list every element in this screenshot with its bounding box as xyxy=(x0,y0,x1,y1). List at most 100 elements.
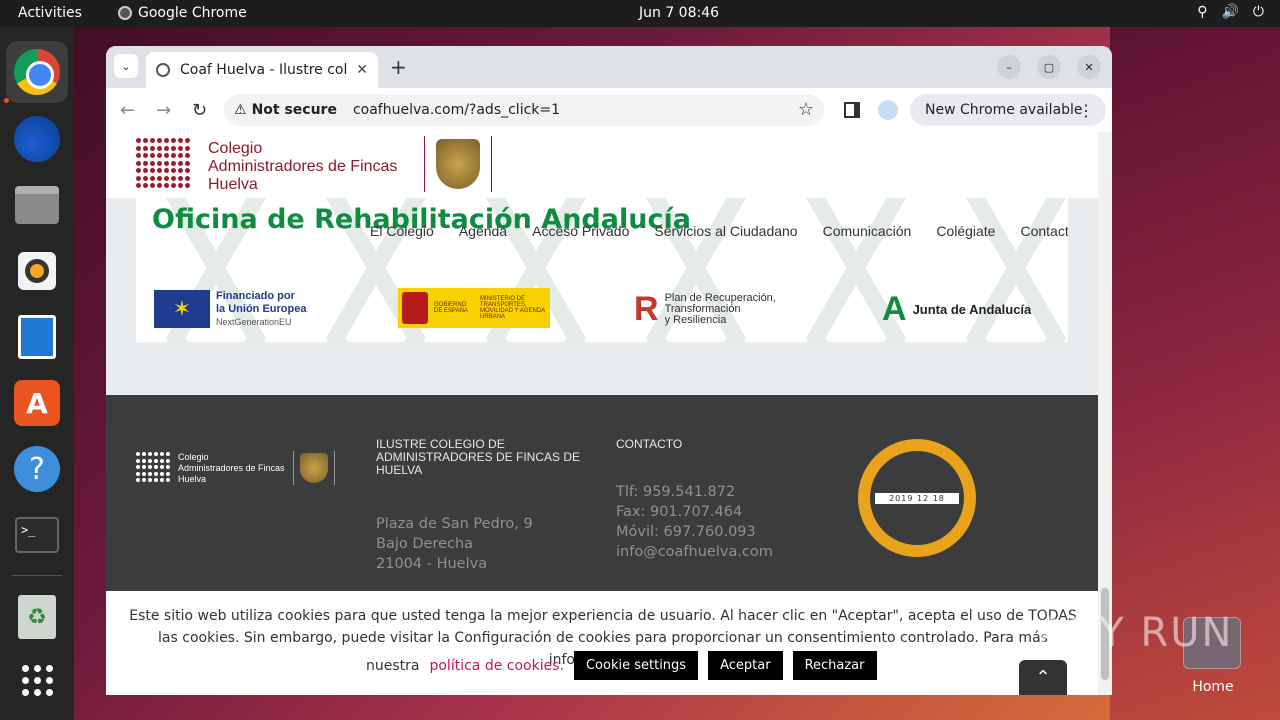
warning-icon: ⚠ xyxy=(234,102,247,118)
junta-text: Junta de Andalucía xyxy=(912,301,1032,317)
new-tab-button[interactable]: + xyxy=(390,55,407,79)
terminal-icon: >_ xyxy=(15,517,59,553)
nav-item-agenda[interactable]: Agenda xyxy=(459,223,507,239)
footer-address: Plaza de San Pedro, 9 Bajo Derecha 21004… xyxy=(376,514,596,574)
tab-active[interactable]: Coaf Huelva - Ilustre cole ✕ xyxy=(146,52,378,88)
eu-flag-icon: ✶ xyxy=(154,290,210,328)
contact-phone[interactable]: Tlf: 959.541.872 xyxy=(616,482,836,502)
cookie-settings-button[interactable]: Cookie settings xyxy=(573,651,699,680)
nav-item-el-colegio[interactable]: El Colegio xyxy=(370,223,434,239)
globe-icon xyxy=(156,63,170,77)
junta-logo: A Junta de Andalucía xyxy=(882,288,1031,330)
site-logo-text[interactable]: Colegio Administradores de Fincas Huelva xyxy=(208,140,397,194)
chevron-up-icon: ⌃ xyxy=(1035,667,1051,688)
close-window-button[interactable]: ✕ xyxy=(1077,55,1101,79)
dock-separator xyxy=(12,575,62,576)
dock-files[interactable] xyxy=(12,180,62,230)
gob-line: MINISTERIO DE TRANSPORTES, MOVILIDAD Y A… xyxy=(480,296,545,320)
eu-funding-logo: ✶ Financiado por la Unión Europea NextGe… xyxy=(154,288,306,330)
forward-button[interactable]: → xyxy=(156,100,171,121)
reload-button[interactable]: ↻ xyxy=(192,100,207,121)
chrome-window: ⌄ Coaf Huelva - Ilustre cole ✕ + – ▢ ✕ ←… xyxy=(106,46,1112,695)
software-store-icon: A xyxy=(14,380,60,426)
minimize-button[interactable]: – xyxy=(997,55,1021,79)
footer-logo-line: Huelva xyxy=(178,473,207,484)
logo-line: Administradores de Fincas xyxy=(208,158,398,175)
plan-line: Transformación xyxy=(664,302,741,315)
nav-item-comunicacion[interactable]: Comunicación xyxy=(823,223,912,239)
anyrun-watermark: ANY RUN xyxy=(1038,610,1234,656)
footer-org-heading: ILUSTRE COLEGIO DE ADMINISTRADORES DE FI… xyxy=(376,437,581,477)
network-icon: ⚲ xyxy=(1197,4,1208,20)
url-text[interactable]: coafhuelva.com/?ads_click=1 xyxy=(353,102,560,118)
address-line: Plaza de San Pedro, 9 xyxy=(376,516,533,532)
cookie-policy-link[interactable]: política de cookies. xyxy=(429,658,563,674)
maximize-button[interactable]: ▢ xyxy=(1037,55,1061,79)
dock-help[interactable]: ? xyxy=(12,444,62,494)
footer-contact-column: CONTACTO Tlf: 959.541.872 Fax: 901.707.4… xyxy=(616,438,836,562)
power-icon: ⏻ xyxy=(1252,4,1264,20)
tab-search-button[interactable]: ⌄ xyxy=(114,54,138,78)
dock-thunderbird[interactable] xyxy=(12,114,62,164)
tab-strip: ⌄ Coaf Huelva - Ilustre cole ✕ + – ▢ ✕ xyxy=(106,46,1112,88)
close-tab-icon[interactable]: ✕ xyxy=(356,62,368,78)
footer-logo[interactable]: Colegio Administradores de Fincas Huelva xyxy=(136,451,335,485)
cookie-consent-bar: Este sitio web utiliza cookies para que … xyxy=(106,591,1098,695)
recovery-plan-logo: R Plan de Recuperación, Transformación y… xyxy=(634,288,776,330)
volume-icon: 🔊 xyxy=(1221,4,1239,20)
dock-trash[interactable]: ♻ xyxy=(12,592,62,642)
dock-writer[interactable] xyxy=(12,312,62,362)
contact-email[interactable]: info@coafhuelva.com xyxy=(616,542,836,562)
footer-contact-list: Tlf: 959.541.872 Fax: 901.707.464 Móvil:… xyxy=(616,482,836,562)
spain-crest-icon xyxy=(402,292,428,324)
accept-cookies-button[interactable]: Aceptar xyxy=(708,651,783,680)
coaf-logo-dots-icon[interactable] xyxy=(136,138,196,190)
scroll-to-top-button[interactable]: ⌃ xyxy=(1019,660,1067,695)
footer-logo-text: Colegio Administradores de Fincas Huelva xyxy=(178,452,285,485)
gob-line: GOBIERNO DE ESPAÑA xyxy=(434,302,468,314)
reject-cookies-button[interactable]: Rechazar xyxy=(792,651,877,680)
cookie-prefix: nuestra xyxy=(366,657,420,674)
site-header: Colegio Administradores de Fincas Huelva xyxy=(106,132,1098,198)
system-tray[interactable]: ⚲ 🔊 ⏻ xyxy=(1197,4,1264,20)
coat-of-arms-icon xyxy=(424,136,492,192)
profile-avatar-icon[interactable] xyxy=(878,100,898,120)
nav-item-acceso-privado[interactable]: Acceso Privado xyxy=(532,223,629,239)
side-panel-icon[interactable] xyxy=(844,102,860,118)
browser-toolbar: ← → ↻ ⚠ Not secure coafhuelva.com/?ads_c… xyxy=(106,88,1112,132)
rehabilitation-band: Oficina de Rehabilitación Andalucía El C… xyxy=(136,198,1068,342)
activities-button[interactable]: Activities xyxy=(18,5,82,21)
kebab-menu-icon: ⋮ xyxy=(1078,100,1094,120)
home-folder-label[interactable]: Home xyxy=(1183,679,1243,695)
show-apps-button[interactable] xyxy=(12,655,62,705)
clock[interactable]: Jun 7 08:46 xyxy=(639,5,719,21)
address-line: Bajo Derecha xyxy=(376,536,474,552)
eu-line: la Unión Europea xyxy=(216,302,307,315)
dock-chrome[interactable] xyxy=(6,41,68,103)
nav-item-servicios[interactable]: Servicios al Ciudadano xyxy=(654,223,797,239)
nav-item-contacto[interactable]: Contacto xyxy=(1020,223,1068,239)
eu-funding-text: Financiado por la Unión Europea NextGene… xyxy=(216,290,306,329)
main-nav: El Colegio Agenda Acceso Privado Servici… xyxy=(370,223,1068,239)
page-viewport: Colegio Administradores de Fincas Huelva… xyxy=(106,132,1112,695)
back-button[interactable]: ← xyxy=(120,100,135,121)
bookmark-star-icon[interactable]: ☆ xyxy=(798,99,814,120)
logo-line: Huelva xyxy=(208,176,258,193)
security-indicator[interactable]: ⚠ Not secure xyxy=(234,102,337,118)
eu-line: NextGenerationEU xyxy=(216,316,292,327)
footer-logo-dots-icon xyxy=(136,452,170,484)
address-bar[interactable]: ⚠ Not secure coafhuelva.com/?ads_click=1… xyxy=(224,94,824,126)
update-chrome-button[interactable]: New Chrome available ⋮ xyxy=(910,94,1106,126)
footer-logo-line: Administradores de Fincas xyxy=(178,462,285,473)
app-menu[interactable]: Google Chrome xyxy=(118,5,247,21)
plan-line: y Resiliencia xyxy=(664,313,727,326)
thunderbird-icon xyxy=(14,116,60,162)
dock-software[interactable]: A xyxy=(12,378,62,428)
dock-terminal[interactable]: >_ xyxy=(12,510,62,560)
chrome-icon xyxy=(118,6,132,20)
contact-mobile[interactable]: Móvil: 697.760.093 xyxy=(616,522,836,542)
top-bar: Activities Google Chrome Jun 7 08:46 ⚲ 🔊… xyxy=(0,0,1280,27)
dock-rhythmbox[interactable] xyxy=(12,246,62,296)
nav-item-colegiate[interactable]: Colégiate xyxy=(936,223,995,239)
recovery-plan-icon: R xyxy=(634,289,659,328)
